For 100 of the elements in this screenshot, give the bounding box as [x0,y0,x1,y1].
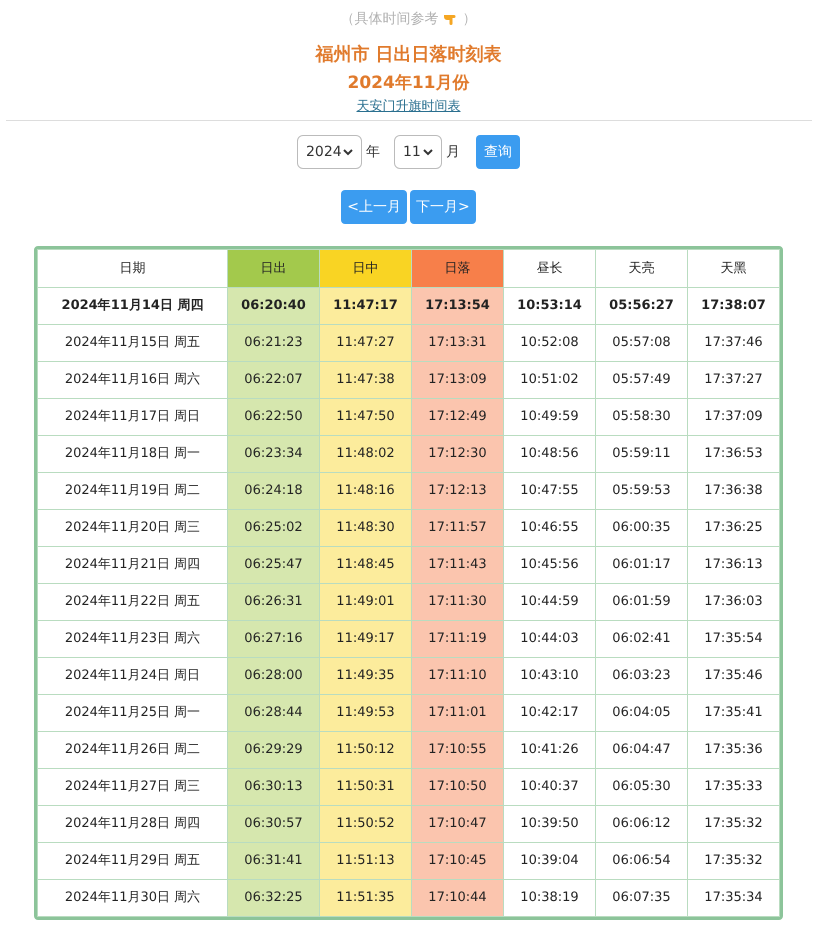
time-cell: 11:49:17 [320,620,412,658]
time-cell: 17:35:33 [688,768,780,806]
time-cell: 17:13:31 [412,324,504,362]
time-cell: 06:22:07 [228,362,320,398]
time-cell: 11:50:31 [320,768,412,806]
time-cell: 11:50:12 [320,732,412,768]
date-cell: 2024年11月18日 周一 [38,436,228,472]
time-cell: 11:48:45 [320,546,412,584]
time-cell: 10:44:59 [504,584,596,620]
time-cell: 06:06:54 [596,842,688,880]
time-cell: 05:57:49 [596,362,688,398]
time-cell: 06:24:18 [228,472,320,510]
time-cell: 06:04:47 [596,732,688,768]
year-select[interactable]: 2024 [297,135,362,169]
time-cell: 06:01:17 [596,546,688,584]
time-cell: 06:20:40 [228,288,320,324]
time-cell: 10:40:37 [504,768,596,806]
time-cell: 17:12:49 [412,398,504,436]
time-cell: 06:29:29 [228,732,320,768]
time-cell: 06:25:02 [228,510,320,546]
year-label: 年 [366,142,381,162]
chevron-down-icon [423,148,433,156]
month-select[interactable]: 11 [394,135,442,169]
time-cell: 17:35:54 [688,620,780,658]
chevron-down-icon [343,148,353,156]
time-cell: 11:49:01 [320,584,412,620]
time-cell: 17:36:13 [688,546,780,584]
time-cell: 11:48:16 [320,472,412,510]
time-cell: 10:53:14 [504,288,596,324]
date-cell: 2024年11月28日 周四 [38,806,228,842]
date-cell: 2024年11月16日 周六 [38,362,228,398]
reference-note-paren: ） [462,10,476,28]
time-cell: 10:42:17 [504,694,596,732]
time-cell: 17:11:19 [412,620,504,658]
time-cell: 05:59:53 [596,472,688,510]
time-cell: 11:47:50 [320,398,412,436]
time-cell: 10:52:08 [504,324,596,362]
column-header: 昼长 [504,250,596,288]
time-cell: 17:11:43 [412,546,504,584]
date-cell: 2024年11月20日 周三 [38,510,228,546]
time-cell: 05:59:11 [596,436,688,472]
time-cell: 17:35:41 [688,694,780,732]
time-cell: 17:36:25 [688,510,780,546]
time-cell: 06:23:34 [228,436,320,472]
time-cell: 06:28:44 [228,694,320,732]
time-cell: 06:28:00 [228,658,320,694]
date-cell: 2024年11月22日 周五 [38,584,228,620]
time-cell: 11:47:17 [320,288,412,324]
column-header: 日落 [412,250,504,288]
page-title: 福州市 日出日落时刻表 [315,43,502,67]
time-cell: 17:36:38 [688,472,780,510]
time-cell: 05:57:08 [596,324,688,362]
time-cell: 06:02:41 [596,620,688,658]
time-cell: 17:11:57 [412,510,504,546]
time-cell: 11:50:52 [320,806,412,842]
flag-raising-link[interactable]: 天安门升旗时间表 [356,98,460,116]
time-cell: 06:26:31 [228,584,320,620]
time-cell: 06:07:35 [596,880,688,916]
time-cell: 10:48:56 [504,436,596,472]
date-cell: 2024年11月26日 周二 [38,732,228,768]
time-cell: 10:45:56 [504,546,596,584]
date-cell: 2024年11月30日 周六 [38,880,228,916]
time-cell: 17:37:09 [688,398,780,436]
month-subtitle: 2024年11月份 [348,72,470,95]
time-cell: 17:35:46 [688,658,780,694]
date-cell: 2024年11月29日 周五 [38,842,228,880]
time-cell: 05:56:27 [596,288,688,324]
date-cell: 2024年11月23日 周六 [38,620,228,658]
next-month-button[interactable]: 下一月> [410,190,476,224]
previous-month-button[interactable]: <上一月 [341,190,407,224]
date-cell: 2024年11月17日 周日 [38,398,228,436]
date-cell: 2024年11月15日 周五 [38,324,228,362]
column-header: 日出 [228,250,320,288]
month-label: 月 [446,142,461,162]
date-cell: 2024年11月25日 周一 [38,694,228,732]
time-cell: 05:58:30 [596,398,688,436]
date-cell: 2024年11月14日 周四 [38,288,228,324]
time-cell: 10:47:55 [504,472,596,510]
query-button[interactable]: 查询 [476,135,520,169]
time-cell: 11:51:35 [320,880,412,916]
reference-note: （具体时间参考 [340,10,438,28]
time-cell: 06:22:50 [228,398,320,436]
date-cell: 2024年11月21日 周四 [38,546,228,584]
date-cell: 2024年11月24日 周日 [38,658,228,694]
time-cell: 10:39:50 [504,806,596,842]
column-header: 天黑 [688,250,780,288]
time-cell: 06:03:23 [596,658,688,694]
time-cell: 17:12:30 [412,436,504,472]
time-cell: 17:13:09 [412,362,504,398]
column-header: 日期 [38,250,228,288]
time-cell: 17:37:46 [688,324,780,362]
time-cell: 06:21:23 [228,324,320,362]
time-cell: 11:49:53 [320,694,412,732]
time-cell: 10:43:10 [504,658,596,694]
time-cell: 06:32:25 [228,880,320,916]
time-cell: 10:51:02 [504,362,596,398]
time-cell: 11:47:38 [320,362,412,398]
time-cell: 06:25:47 [228,546,320,584]
time-cell: 17:11:10 [412,658,504,694]
time-cell: 06:00:35 [596,510,688,546]
